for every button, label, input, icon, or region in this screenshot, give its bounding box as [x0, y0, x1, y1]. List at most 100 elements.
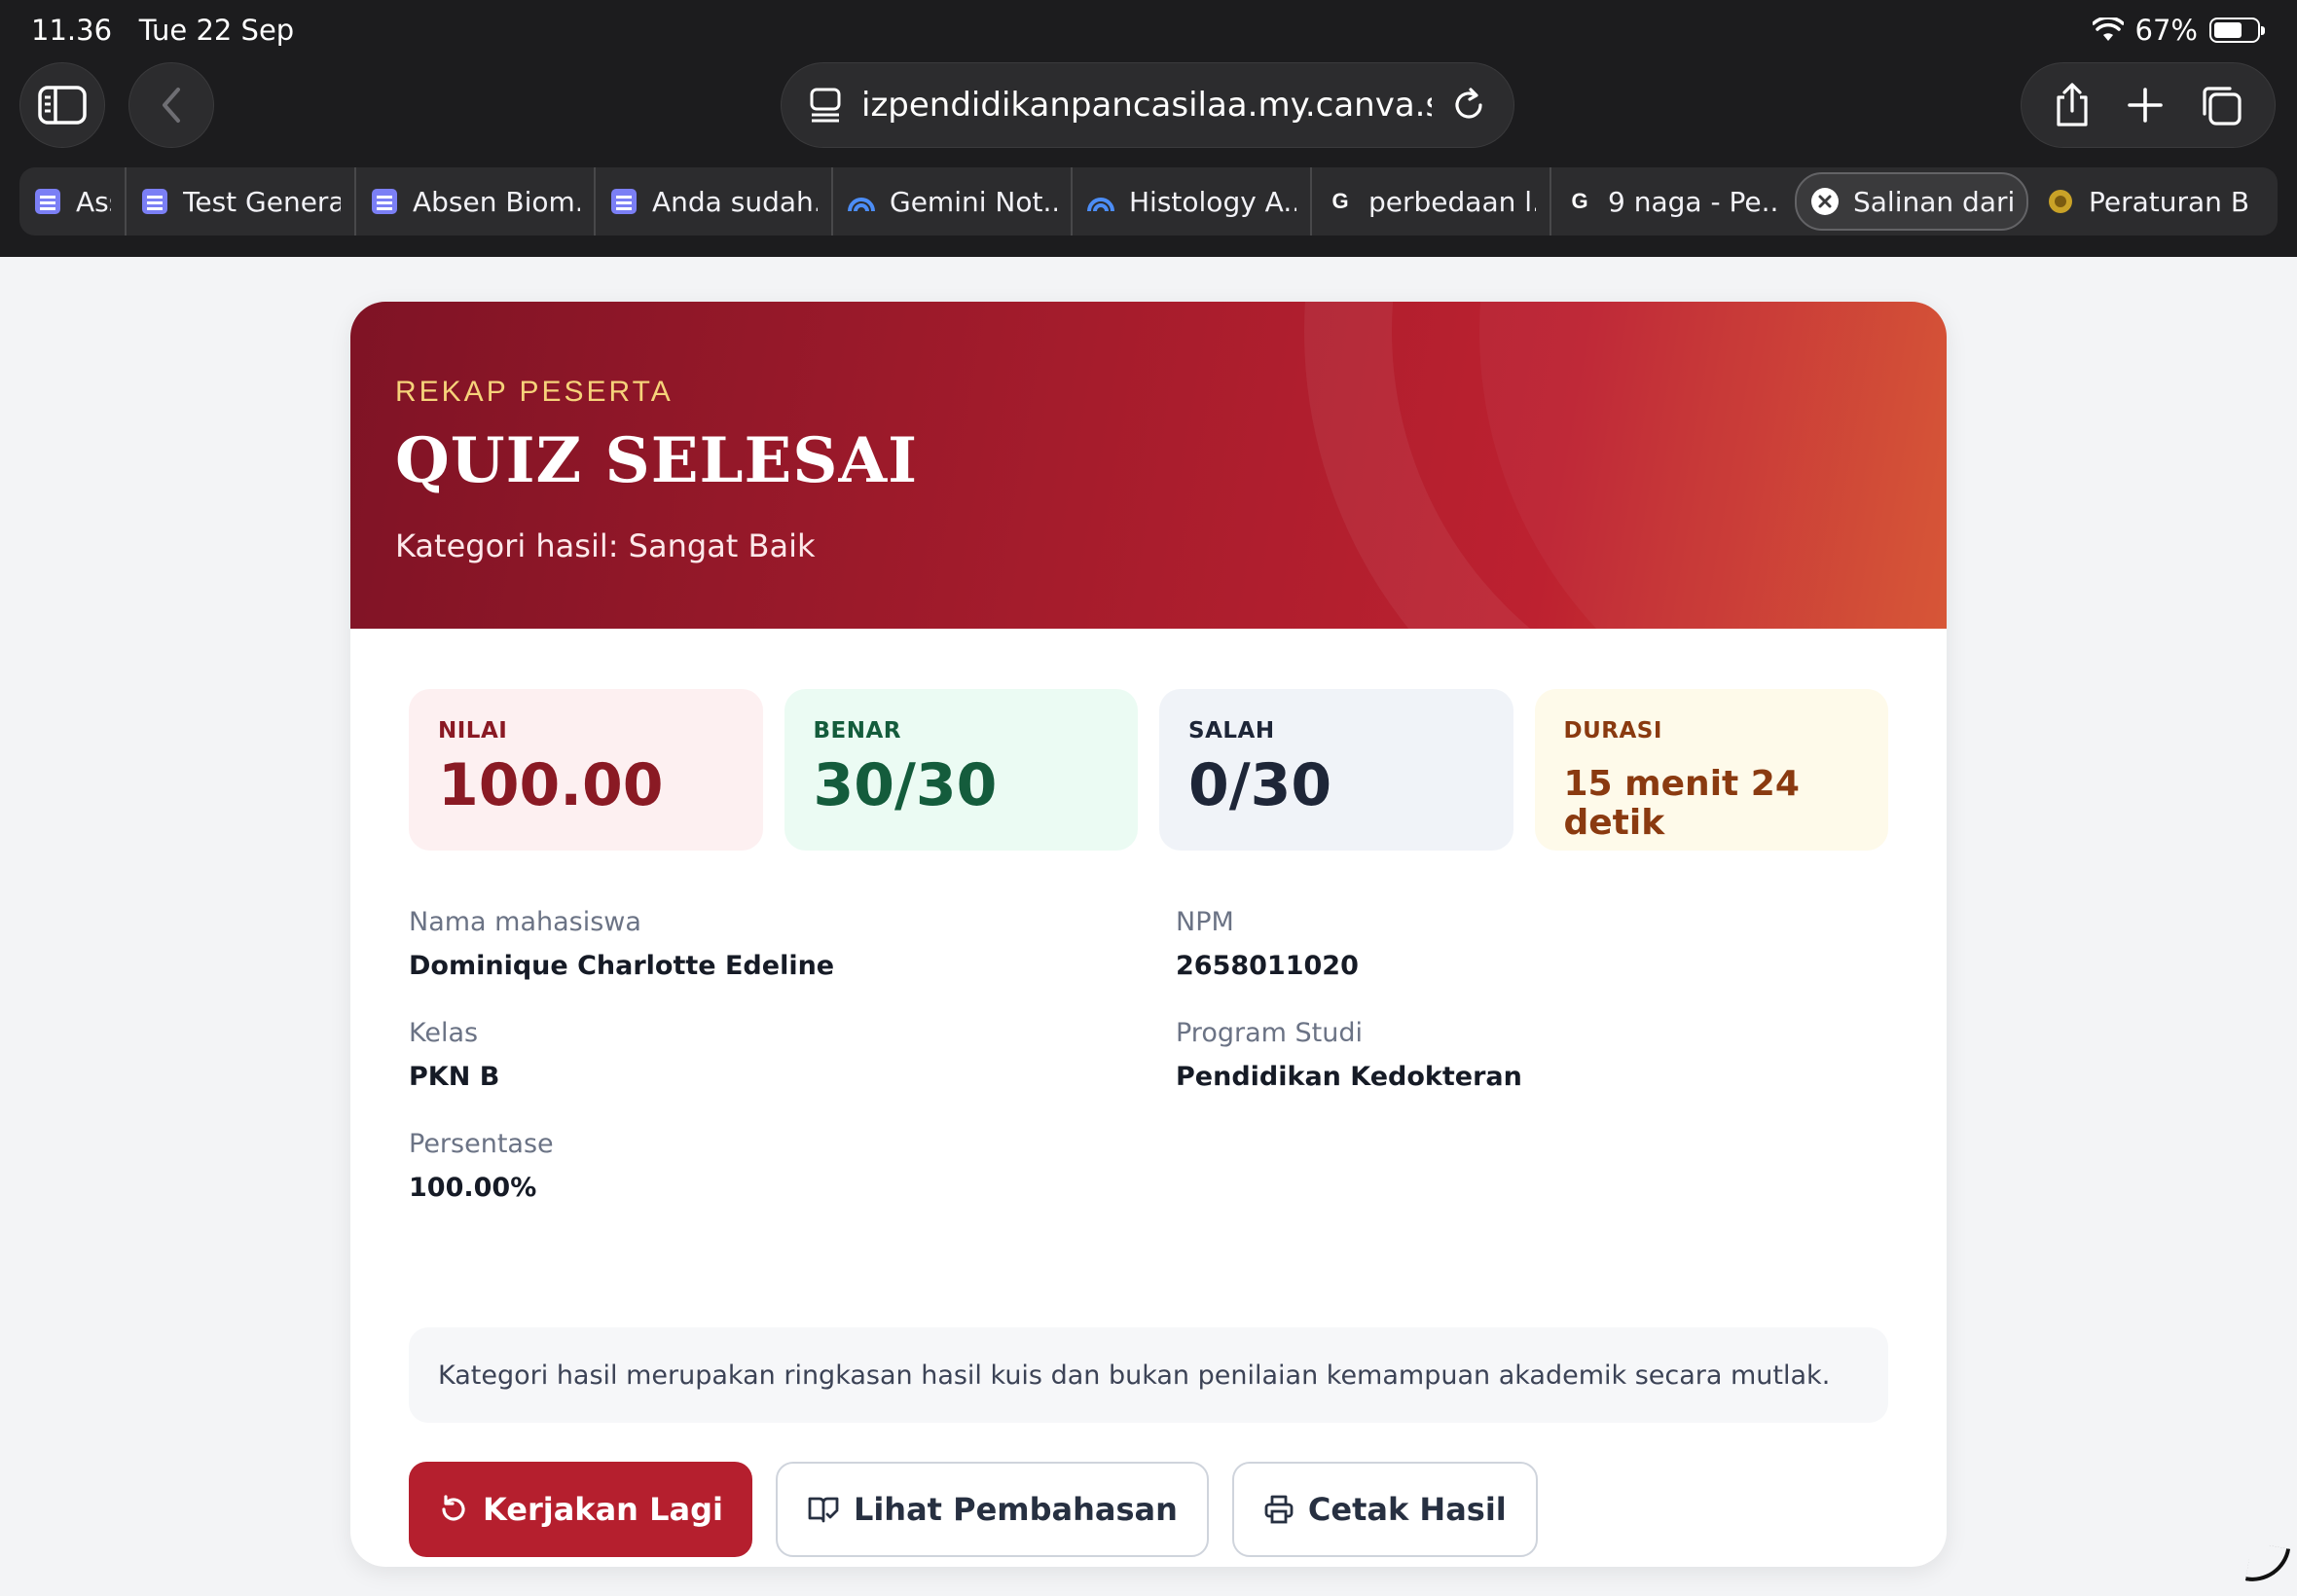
- page-content: REKAP PESERTA QUIZ SELESAI Kategori hasi…: [0, 257, 2297, 1596]
- forms-icon-glyph: [372, 189, 397, 214]
- tab-label: Anda sudah...: [652, 185, 818, 218]
- google-icon: G: [1331, 189, 1349, 213]
- status-time: 11.36 Tue 22 Sep: [31, 14, 294, 47]
- hero-eyebrow: REKAP PESERTA: [395, 376, 674, 408]
- gemini-icon: [1086, 187, 1115, 216]
- sidebar-toggle-button[interactable]: [19, 62, 105, 148]
- action-buttons: Kerjakan Lagi Lihat Pembahasan Cetak Has…: [409, 1462, 1538, 1557]
- tab-label: Absen Biom...: [413, 185, 580, 218]
- address-bar[interactable]: izpendidikanpancasilaa.my.canva.site: [781, 62, 1514, 148]
- wifi-icon: [2092, 18, 2124, 41]
- tab-9-active[interactable]: Salinan dari...: [1795, 172, 2028, 231]
- reload-icon[interactable]: [1451, 88, 1486, 123]
- info-value: Pendidikan Kedokteran: [1176, 1062, 1522, 1092]
- stat-salah: SALAH 0/30: [1159, 689, 1513, 851]
- disclaimer-note: Kategori hasil merupakan ringkasan hasil…: [409, 1327, 1888, 1423]
- tab-8[interactable]: G 9 naga - Pe...: [1551, 167, 1791, 236]
- print-button-label: Cetak Hasil: [1307, 1491, 1507, 1528]
- retry-button[interactable]: Kerjakan Lagi: [409, 1462, 752, 1557]
- info-value: 100.00%: [409, 1173, 537, 1203]
- info-nama: Nama mahasiswa Dominique Charlotte Edeli…: [409, 907, 1090, 981]
- tab-label: Histology A...: [1129, 185, 1296, 218]
- page-menu-icon: [810, 88, 841, 123]
- info-label: Kelas: [409, 1018, 479, 1048]
- forms-icon-glyph: [611, 189, 637, 214]
- result-card: REKAP PESERTA QUIZ SELESAI Kategori hasi…: [350, 302, 1947, 1567]
- toolbar-actions: [2021, 62, 2276, 148]
- forms-icon-glyph: [35, 189, 60, 214]
- retry-icon: [442, 1495, 465, 1521]
- chevron-left-icon: [163, 88, 180, 123]
- google-icon: G: [1571, 189, 1588, 213]
- url-text[interactable]: izpendidikanpancasilaa.my.canva.site: [861, 86, 1432, 125]
- printer-icon: [1264, 1495, 1294, 1524]
- forms-icon-glyph: [142, 189, 167, 214]
- tab-5[interactable]: Gemini Not...: [833, 167, 1073, 236]
- info-kelas: Kelas PKN B: [409, 1018, 1090, 1092]
- emblem-icon: [2046, 187, 2075, 216]
- info-label: Persentase: [409, 1129, 554, 1159]
- info-label: NPM: [1176, 907, 1234, 937]
- stat-label: SALAH: [1188, 718, 1275, 744]
- hero-decoration-ring: [1304, 302, 1947, 629]
- review-button[interactable]: Lihat Pembahasan: [775, 1462, 1209, 1557]
- retry-button-label: Kerjakan Lagi: [483, 1491, 723, 1528]
- gemini-icon-glyph: [1087, 198, 1114, 212]
- stat-value: 15 menit 24 detik: [1563, 764, 1800, 843]
- stat-nilai: NILAI 100.00: [409, 689, 763, 851]
- info-prodi: Program Studi Pendidikan Kedokteran: [1176, 1018, 1857, 1092]
- info-label: Program Studi: [1176, 1018, 1363, 1048]
- info-persentase: Persentase 100.00%: [409, 1129, 1090, 1203]
- forms-icon: [370, 187, 399, 216]
- stat-label: BENAR: [813, 718, 902, 744]
- battery-fill: [2214, 22, 2242, 38]
- clock-time: 11.36: [31, 14, 113, 47]
- status-bar: 11.36 Tue 22 Sep 67%: [0, 0, 2297, 60]
- stat-durasi: DURASI 15 menit 24 detik: [1534, 689, 1888, 851]
- info-label: Nama mahasiswa: [409, 907, 641, 937]
- close-icon[interactable]: [1810, 187, 1840, 216]
- tab-label: Salinan dari...: [1853, 185, 2013, 218]
- tab-2[interactable]: Test Genera...: [127, 167, 356, 236]
- stat-benar: BENAR 30/30: [784, 689, 1138, 851]
- result-hero: REKAP PESERTA QUIZ SELESAI Kategori hasi…: [350, 302, 1947, 629]
- status-indicators: 67%: [2092, 14, 2265, 47]
- battery-percent: 67%: [2134, 14, 2198, 47]
- resize-handle[interactable]: [2244, 1542, 2291, 1588]
- info-npm: NPM 2658011020: [1176, 907, 1857, 981]
- clock-date: Tue 22 Sep: [138, 14, 295, 47]
- new-tab-icon[interactable]: [2126, 86, 2165, 125]
- browser-chrome: 11.36 Tue 22 Sep 67% izpendidikanpancasi…: [0, 0, 2297, 257]
- stat-value: 30/30: [813, 751, 998, 819]
- review-button-label: Lihat Pembahasan: [853, 1491, 1178, 1528]
- battery-icon: [2209, 18, 2265, 43]
- tab-label: Ass: [76, 185, 111, 218]
- emblem-icon-glyph: [2049, 190, 2072, 213]
- tab-label: Gemini Not...: [890, 185, 1057, 218]
- sidebar-icon: [38, 86, 87, 125]
- close-tab-icon[interactable]: [1810, 187, 1840, 216]
- info-value: PKN B: [409, 1062, 500, 1092]
- tab-10[interactable]: Peraturan B...: [2032, 167, 2266, 236]
- tab-1[interactable]: Ass: [19, 167, 127, 236]
- info-value: 2658011020: [1176, 951, 1359, 981]
- page-title: QUIZ SELESAI: [395, 424, 919, 497]
- info-value: Dominique Charlotte Edeline: [409, 951, 835, 981]
- stat-label: DURASI: [1563, 718, 1662, 744]
- tab-4[interactable]: Anda sudah...: [596, 167, 833, 236]
- tab-label: Test Genera...: [183, 185, 341, 218]
- book-check-icon: [808, 1497, 839, 1523]
- tab-bar: Ass Test Genera... Absen Biom... Anda su…: [19, 167, 2278, 236]
- share-icon[interactable]: [2053, 82, 2092, 128]
- print-button[interactable]: Cetak Hasil: [1231, 1462, 1538, 1557]
- forms-icon: [140, 187, 169, 216]
- tabs-overview-icon[interactable]: [2199, 83, 2243, 127]
- stats-row: NILAI 100.00 BENAR 30/30 SALAH 0/30 DURA…: [409, 689, 1888, 851]
- result-category: Kategori hasil: Sangat Baik: [395, 527, 816, 564]
- tab-3[interactable]: Absen Biom...: [356, 167, 596, 236]
- tab-6[interactable]: Histology A...: [1073, 167, 1312, 236]
- back-button[interactable]: [128, 62, 214, 148]
- stat-label: NILAI: [438, 718, 508, 744]
- tab-7[interactable]: G perbedaan l...: [1312, 167, 1551, 236]
- gemini-icon-glyph: [848, 198, 875, 212]
